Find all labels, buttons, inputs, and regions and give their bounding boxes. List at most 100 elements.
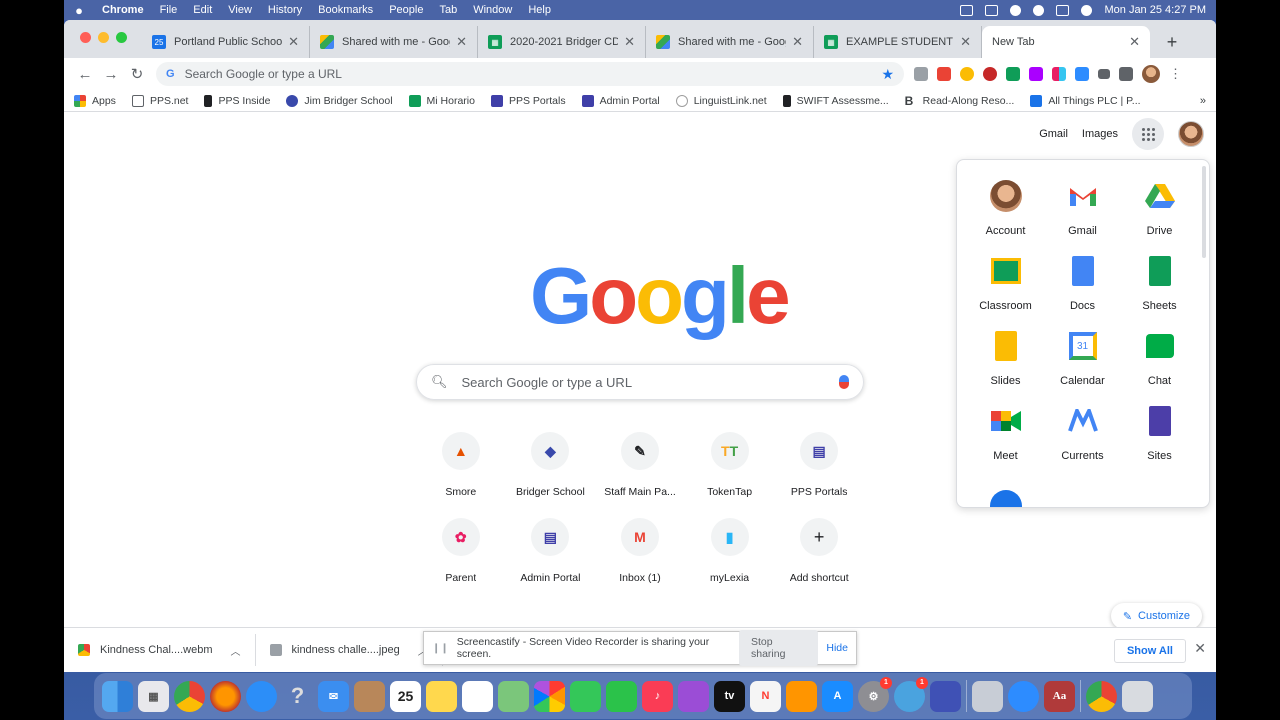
gmail-link[interactable]: Gmail	[1039, 128, 1068, 140]
app-classroom[interactable]: Classroom	[967, 255, 1044, 312]
download-item-webm[interactable]: Kindness Chal....webm ︿	[64, 634, 256, 666]
apple-tv-icon[interactable]: tv	[714, 680, 745, 712]
help-icon[interactable]: ?	[282, 681, 313, 712]
tab-shared-with-me-2[interactable]: Shared with me - Google ✕	[646, 26, 814, 58]
customize-button[interactable]: ✎ Customize	[1110, 603, 1202, 629]
menu-help[interactable]: Help	[520, 4, 559, 16]
menu-file[interactable]: File	[152, 4, 186, 16]
screen-record-icon[interactable]	[960, 4, 974, 16]
app-drive[interactable]: Drive	[1121, 180, 1198, 237]
siri-icon[interactable]	[1081, 4, 1093, 16]
mail-icon[interactable]: ✉	[318, 680, 349, 712]
menu-view[interactable]: View	[220, 4, 260, 16]
app-calendar[interactable]: 31 Calendar	[1044, 330, 1121, 387]
app-chat[interactable]: Chat	[1121, 330, 1198, 387]
reload-icon[interactable]: ↻	[124, 61, 150, 87]
screen-share-icon[interactable]	[930, 680, 961, 712]
system-preferences-icon[interactable]: ⚙ 1	[858, 676, 892, 712]
shortcut-pps-portals[interactable]: ▤ PPS Portals	[774, 432, 864, 498]
menu-edit[interactable]: Edit	[185, 4, 220, 16]
bookmark-all-things-plc[interactable]: All Things PLC | P...	[1030, 94, 1141, 107]
control-center-icon[interactable]	[1056, 4, 1070, 16]
extension-screencastify-icon[interactable]	[937, 67, 951, 81]
app-currents[interactable]: Currents	[1044, 405, 1121, 462]
chrome-menu-icon[interactable]: ⋮	[1169, 66, 1182, 82]
app-slides[interactable]: Slides	[967, 330, 1044, 387]
books-icon[interactable]	[786, 680, 817, 712]
google-apps-button[interactable]	[1132, 118, 1164, 150]
back-icon[interactable]: ←	[72, 61, 98, 87]
launchpad-icon[interactable]: ▦	[138, 680, 169, 712]
chevron-up-icon[interactable]: ︿	[231, 643, 241, 658]
photos-icon[interactable]	[534, 680, 565, 712]
tab-bridger-cdl[interactable]: ▦ 2020-2021 Bridger CDL N ✕	[478, 26, 646, 58]
maps-icon[interactable]	[498, 680, 529, 712]
close-tab-icon[interactable]: ✕	[288, 34, 299, 50]
trash-icon[interactable]	[1122, 680, 1153, 712]
app-docs[interactable]: Docs	[1044, 255, 1121, 312]
music-icon[interactable]: ♪	[642, 680, 673, 712]
app-sheets[interactable]: Sheets	[1121, 255, 1198, 312]
shortcut-staff-main-page[interactable]: ✎ Staff Main Pa...	[595, 432, 685, 498]
bookmark-pps-inside[interactable]: PPS Inside	[204, 94, 270, 107]
bookmark-mi-horario[interactable]: Mi Horario	[408, 94, 475, 107]
bookmark-jim-bridger[interactable]: Jim Bridger School	[286, 94, 393, 107]
forward-icon[interactable]: →	[98, 61, 124, 87]
tab-example-student[interactable]: ▦ EXAMPLE STUDENT TEM ✕	[814, 26, 982, 58]
zoom-window-button[interactable]	[116, 32, 127, 43]
safari-icon[interactable]	[246, 680, 277, 712]
bookmark-linguistlink[interactable]: LinguistLink.net	[675, 94, 767, 107]
tab-new-tab[interactable]: New Tab ✕	[982, 26, 1150, 58]
bookmark-pps-net[interactable]: PPS.net	[131, 94, 188, 107]
contacts-icon[interactable]	[990, 490, 1022, 507]
shortcut-mylexia[interactable]: ▮ myLexia	[685, 518, 775, 584]
shortcut-bridger-school[interactable]: ◆ Bridger School	[506, 432, 596, 498]
battery-icon[interactable]	[985, 4, 999, 16]
menu-app[interactable]: Chrome	[94, 4, 152, 16]
menubar-clock[interactable]: Mon Jan 25 4:27 PM	[1104, 4, 1206, 16]
calendar-icon[interactable]: 25	[390, 680, 421, 712]
close-window-button[interactable]	[80, 32, 91, 43]
bookmark-apps[interactable]: Apps	[74, 94, 116, 107]
hide-button[interactable]: Hide	[826, 642, 848, 654]
shortcut-add[interactable]: + Add shortcut	[774, 518, 864, 584]
contacts-icon[interactable]	[354, 680, 385, 712]
notes-icon[interactable]	[426, 680, 457, 712]
bookmark-star-icon[interactable]: ★	[881, 66, 894, 83]
wifi-icon[interactable]	[1010, 4, 1022, 16]
messages-icon[interactable]	[570, 680, 601, 712]
profile-avatar-icon[interactable]	[1142, 65, 1160, 83]
download-item-jpeg[interactable]: kindness challe....jpeg ︿	[256, 634, 443, 666]
extension-home-icon[interactable]	[914, 67, 928, 81]
app-account[interactable]: Account	[967, 180, 1044, 237]
shortcut-parent[interactable]: ✿ Parent	[416, 518, 506, 584]
new-tab-button[interactable]: +	[1158, 28, 1186, 56]
close-tab-icon[interactable]: ✕	[456, 34, 467, 50]
app-meet[interactable]: Meet	[967, 405, 1044, 462]
images-link[interactable]: Images	[1082, 128, 1118, 140]
extension-mute-icon[interactable]	[1098, 69, 1110, 79]
minimize-window-button[interactable]	[98, 32, 109, 43]
preview-icon[interactable]	[972, 680, 1003, 712]
news-icon[interactable]: N	[750, 680, 781, 712]
extension-thumbs-icon[interactable]	[960, 67, 974, 81]
extension-red-icon[interactable]	[983, 67, 997, 81]
chrome-minimized-icon[interactable]	[1086, 680, 1117, 712]
bookmark-swift[interactable]: SWIFT Assessme...	[782, 94, 889, 107]
menu-window[interactable]: Window	[465, 4, 520, 16]
finder-icon[interactable]	[102, 680, 133, 712]
close-tab-icon[interactable]: ✕	[792, 34, 803, 50]
bookmark-read-along[interactable]: B Read-Along Reso...	[905, 95, 1015, 107]
network-globe-icon[interactable]: 1	[894, 676, 928, 712]
stop-sharing-button[interactable]: Stop sharing	[739, 630, 819, 666]
menu-tab[interactable]: Tab	[431, 4, 465, 16]
bookmark-admin-portal[interactable]: Admin Portal	[581, 94, 660, 107]
app-store-icon[interactable]: A	[822, 680, 853, 712]
podcasts-icon[interactable]	[678, 680, 709, 712]
reminders-icon[interactable]	[462, 680, 493, 712]
facetime-icon[interactable]	[606, 680, 637, 712]
bookmarks-overflow-icon[interactable]: »	[1200, 95, 1206, 107]
tab-portland-public-schools[interactable]: 25 Portland Public Schools - ✕	[142, 26, 310, 58]
shortcut-tokentap[interactable]: T T TokenTap	[685, 432, 775, 498]
chrome-icon[interactable]	[174, 680, 205, 712]
